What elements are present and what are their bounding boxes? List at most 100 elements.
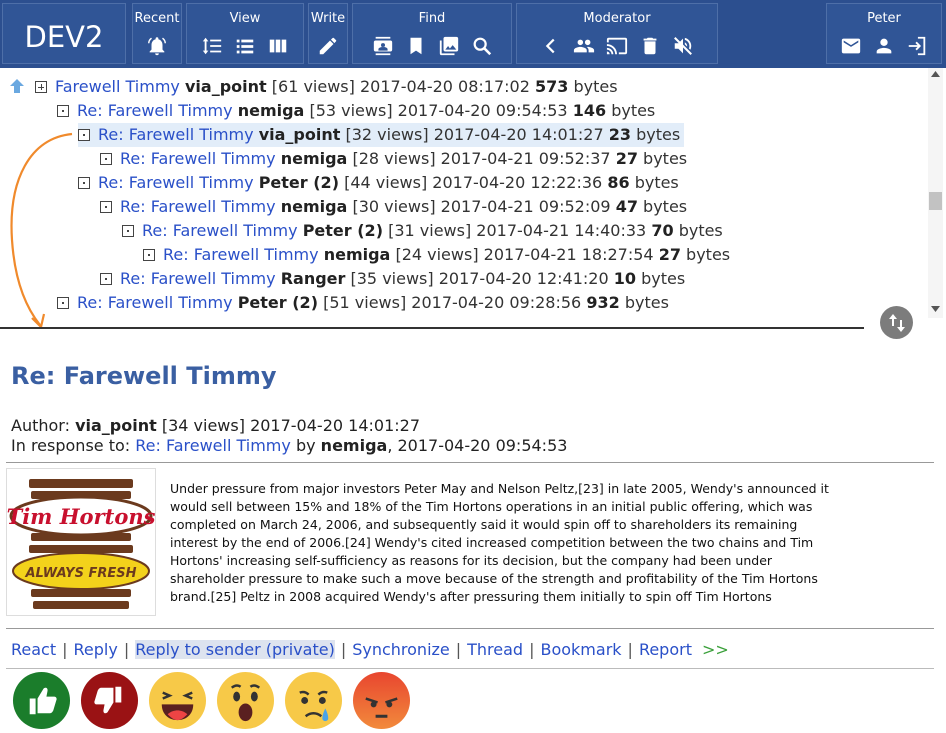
tree-row[interactable]: Re: Farewell Timmy nemiga [28 views] 201… xyxy=(100,147,687,171)
more-actions-link[interactable]: >> xyxy=(702,640,729,659)
columns-icon[interactable] xyxy=(267,35,289,57)
bookmark-icon[interactable] xyxy=(405,35,427,57)
report-link[interactable]: Report xyxy=(639,640,692,659)
reply-link[interactable]: Reply xyxy=(74,640,118,659)
arrow-up-icon[interactable] xyxy=(9,78,25,94)
parent-author[interactable]: nemiga xyxy=(321,436,388,455)
pencil-icon[interactable] xyxy=(317,35,339,57)
find-group-label: Find xyxy=(418,11,446,26)
recent-group: Recent xyxy=(132,3,182,64)
bookmark-link[interactable]: Bookmark xyxy=(540,640,621,659)
row-subject[interactable]: Re: Farewell Timmy xyxy=(77,293,233,312)
page-scrollbar[interactable] xyxy=(936,335,944,733)
parent-date: , 2017-04-20 09:54:53 xyxy=(387,436,568,455)
message-body: Under pressure from major investors Pete… xyxy=(170,481,829,604)
angry-emoji-icon[interactable] xyxy=(352,671,411,730)
scroll-down-icon[interactable] xyxy=(931,306,940,312)
collapse-icon[interactable] xyxy=(122,225,134,237)
row-views: [53 views] xyxy=(309,101,393,120)
swap-vertical-icon xyxy=(889,314,905,332)
row-views: [28 views] xyxy=(352,149,436,168)
scroll-up-icon[interactable] xyxy=(931,71,940,77)
group-icon[interactable] xyxy=(573,35,595,57)
tree-row[interactable]: Re: Farewell Timmy nemiga [24 views] 201… xyxy=(143,243,730,267)
row-author: nemiga xyxy=(280,197,348,216)
tree-scrollbar[interactable] xyxy=(928,68,943,318)
collapse-icon[interactable] xyxy=(100,153,112,165)
collapse-icon[interactable] xyxy=(100,273,112,285)
row-date: 2017-04-21 09:52:09 xyxy=(440,197,611,216)
row-subject[interactable]: Re: Farewell Timmy xyxy=(98,173,254,192)
sort-lines-icon[interactable] xyxy=(201,35,223,57)
cast-icon[interactable] xyxy=(606,35,628,57)
tree-row[interactable]: Re: Farewell Timmy Peter (2) [44 views] … xyxy=(78,171,679,195)
synchronize-link[interactable]: Synchronize xyxy=(352,640,450,659)
bell-icon[interactable] xyxy=(146,35,168,57)
person-icon[interactable] xyxy=(873,35,895,57)
row-views: [24 views] xyxy=(395,245,479,264)
thread-link[interactable]: Thread xyxy=(467,640,523,659)
tree-row[interactable]: Farewell Timmy via_point [61 views] 2017… xyxy=(35,75,618,99)
mail-icon[interactable] xyxy=(840,35,862,57)
reply-private-link[interactable]: Reply to sender (private) xyxy=(135,640,335,659)
row-views: [35 views] xyxy=(350,269,434,288)
logout-icon[interactable] xyxy=(906,35,928,57)
tree-row-selected[interactable]: Re: Farewell Timmy via_point [32 views] … xyxy=(78,123,685,147)
row-subject[interactable]: Re: Farewell Timmy xyxy=(120,149,276,168)
row-subject[interactable]: Re: Farewell Timmy xyxy=(163,245,319,264)
separator: | xyxy=(62,640,68,659)
collapse-icon[interactable] xyxy=(57,105,69,117)
row-subject[interactable]: Re: Farewell Timmy xyxy=(142,221,298,240)
volume-off-icon[interactable] xyxy=(672,35,694,57)
tree-row[interactable]: Re: Farewell Timmy Peter (2) [51 views] … xyxy=(57,291,669,315)
parent-message-link[interactable]: Re: Farewell Timmy xyxy=(135,436,291,455)
moderator-group: Moderator xyxy=(516,3,718,64)
message-author-line: Author: via_point [34 views] 2017-04-20 … xyxy=(11,416,420,435)
row-author: Ranger xyxy=(280,269,346,288)
photo-library-icon[interactable] xyxy=(438,35,460,57)
message-date: 2017-04-20 14:01:27 xyxy=(250,416,420,435)
row-subject[interactable]: Re: Farewell Timmy xyxy=(120,197,276,216)
author-name[interactable]: via_point xyxy=(75,416,157,435)
row-subject[interactable]: Re: Farewell Timmy xyxy=(120,269,276,288)
row-author: Peter (2) xyxy=(258,173,339,192)
collapse-icon[interactable] xyxy=(143,249,155,261)
tree-row[interactable]: Re: Farewell Timmy nemiga [53 views] 201… xyxy=(57,99,655,123)
write-group-label: Write xyxy=(310,11,346,26)
expand-icon[interactable] xyxy=(35,81,47,93)
trash-icon[interactable] xyxy=(639,35,661,57)
pane-divider[interactable] xyxy=(0,327,864,329)
react-link[interactable]: React xyxy=(11,640,56,659)
write-group: Write xyxy=(308,3,348,64)
chevron-left-icon[interactable] xyxy=(540,35,562,57)
tree-row[interactable]: Re: Farewell Timmy Ranger [35 views] 201… xyxy=(100,267,685,291)
reactions-bar xyxy=(12,671,411,730)
tree-row[interactable]: Re: Farewell Timmy nemiga [30 views] 201… xyxy=(100,195,687,219)
divider xyxy=(6,628,934,629)
sad-emoji-icon[interactable] xyxy=(284,671,343,730)
laughing-emoji-icon[interactable] xyxy=(148,671,207,730)
thumbs-down-icon[interactable] xyxy=(80,671,139,730)
row-date: 2017-04-20 12:22:36 xyxy=(432,173,603,192)
row-unit: bytes xyxy=(643,197,688,216)
row-author: nemiga xyxy=(280,149,348,168)
moderator-group-label: Moderator xyxy=(583,11,651,26)
wow-emoji-icon[interactable] xyxy=(216,671,275,730)
logo-button[interactable]: DEV2 xyxy=(2,3,126,64)
scrollbar-thumb[interactable] xyxy=(929,192,942,210)
tree-row[interactable]: Re: Farewell Timmy Peter (2) [31 views] … xyxy=(122,219,723,243)
row-subject[interactable]: Farewell Timmy xyxy=(55,77,180,96)
row-author: via_point xyxy=(258,125,341,144)
row-subject[interactable]: Re: Farewell Timmy xyxy=(98,125,254,144)
row-unit: bytes xyxy=(643,149,688,168)
thumbs-up-icon[interactable] xyxy=(12,671,71,730)
list-icon[interactable] xyxy=(234,35,256,57)
row-author: Peter (2) xyxy=(302,221,383,240)
divider xyxy=(6,668,934,669)
swap-panes-button[interactable] xyxy=(880,306,913,339)
row-date: 2017-04-21 18:27:54 xyxy=(483,245,654,264)
search-icon[interactable] xyxy=(471,35,493,57)
row-subject[interactable]: Re: Farewell Timmy xyxy=(77,101,233,120)
contact-card-icon[interactable] xyxy=(372,35,394,57)
collapse-icon[interactable] xyxy=(100,201,112,213)
